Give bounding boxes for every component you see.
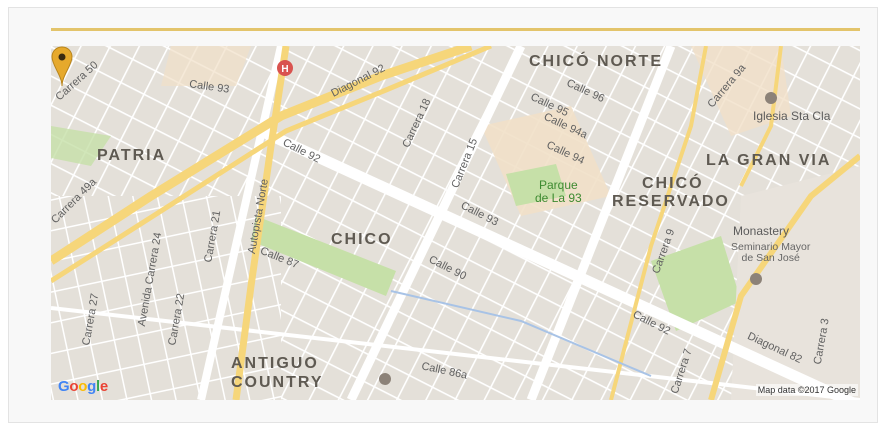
label-chico-norte: CHICÓ NORTE: [529, 53, 663, 70]
svg-text:H: H: [281, 64, 288, 75]
label-antiguo: ANTIGUO: [231, 355, 319, 372]
map-attribution[interactable]: Map data ©2017 Google: [755, 384, 858, 396]
label-country: COUNTRY: [231, 374, 324, 391]
google-logo[interactable]: Google: [58, 378, 108, 395]
label-seminario: Seminario Mayor de San José: [731, 241, 810, 265]
label-chico-south: CHICO: [331, 231, 393, 248]
label-chico: CHICÓ: [642, 175, 704, 192]
map-base: H: [51, 46, 860, 400]
accent-divider: [51, 28, 860, 31]
label-reservado: RESERVADO: [612, 193, 730, 210]
map-view[interactable]: H CHICÓ NORTE PATRIA LA GRAN VIA CHICÓ R…: [51, 46, 860, 400]
label-la-gran-via: LA GRAN VIA: [706, 152, 832, 169]
location-pin-icon[interactable]: [51, 46, 73, 88]
seminario-line-2: de San José: [741, 252, 800, 265]
park-label-line-2: de La 93: [535, 190, 582, 205]
label-monastery: Monastery: [733, 224, 790, 238]
label-parque-la-93: Parque de La 93: [535, 179, 582, 204]
label-iglesia: Iglesia Sta Cla: [753, 109, 831, 123]
park-label-line-1: Parque: [539, 178, 578, 192]
label-patria: PATRIA: [97, 147, 167, 164]
